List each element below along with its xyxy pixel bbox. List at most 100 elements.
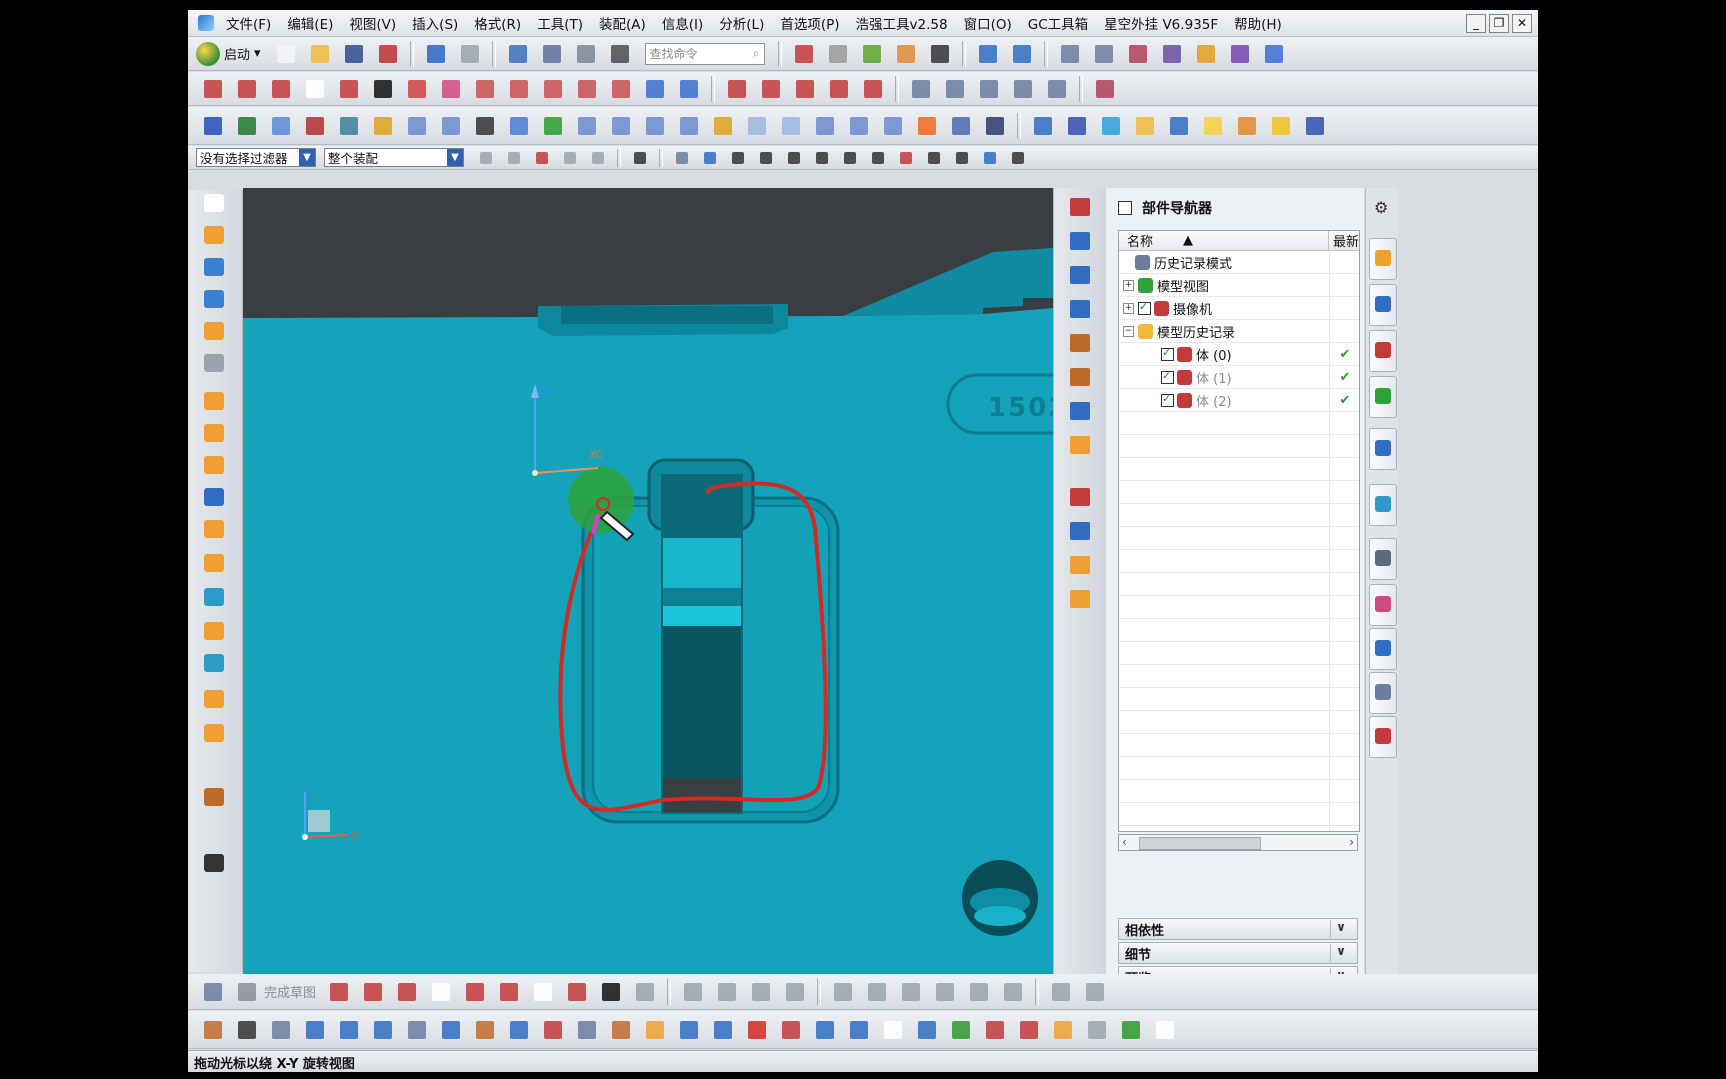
finish-sketch-icon[interactable] bbox=[234, 979, 260, 1005]
extend-icon[interactable] bbox=[826, 76, 852, 102]
plugin-21-icon[interactable] bbox=[880, 113, 906, 139]
expand-icon[interactable]: + bbox=[1123, 302, 1134, 314]
sketch-fillet-icon[interactable] bbox=[462, 979, 488, 1005]
save-icon[interactable] bbox=[341, 41, 367, 67]
scroll-left-icon[interactable]: ‹ bbox=[1122, 835, 1127, 849]
scroll-right-icon[interactable]: › bbox=[1349, 835, 1354, 849]
profile-icon[interactable] bbox=[326, 979, 352, 1005]
plugin-2-icon[interactable] bbox=[234, 113, 260, 139]
document-icon[interactable] bbox=[268, 1017, 294, 1043]
circle-icon[interactable] bbox=[1152, 1017, 1178, 1043]
info-list-icon[interactable] bbox=[676, 1017, 702, 1043]
name-column-header[interactable]: 名称 ▲ bbox=[1119, 231, 1329, 250]
wcs-origin-icon[interactable] bbox=[200, 850, 228, 876]
layer-settings-icon[interactable] bbox=[1091, 41, 1117, 67]
arrow-right-icon[interactable] bbox=[336, 1017, 362, 1043]
restore-button[interactable]: ❐ bbox=[1489, 14, 1509, 33]
menu-item[interactable]: 信息(I) bbox=[654, 13, 712, 33]
history-tab[interactable] bbox=[1369, 484, 1397, 526]
sketch-alternate-icon[interactable] bbox=[1000, 979, 1026, 1005]
expand-icon[interactable]: + bbox=[1123, 279, 1134, 291]
plugin-1-icon[interactable] bbox=[200, 113, 226, 139]
copy-object-icon[interactable] bbox=[404, 1017, 430, 1043]
tree-node[interactable]: − 模型历史记录 bbox=[1119, 320, 1359, 343]
select-edge-icon[interactable] bbox=[560, 148, 580, 168]
material-icon[interactable] bbox=[893, 41, 919, 67]
crosshair-icon[interactable] bbox=[982, 1017, 1008, 1043]
visibility-checkbox[interactable] bbox=[1161, 392, 1174, 407]
rect-select-icon[interactable] bbox=[630, 148, 650, 168]
wcs-icon[interactable] bbox=[1125, 41, 1151, 67]
paint-icon[interactable] bbox=[608, 1017, 634, 1043]
extrude-icon[interactable] bbox=[200, 222, 228, 248]
face-analysis-icon[interactable] bbox=[1066, 484, 1094, 510]
roles-tab[interactable] bbox=[1369, 672, 1397, 714]
red-cube-icon[interactable] bbox=[744, 1017, 770, 1043]
boss-icon[interactable] bbox=[200, 318, 228, 344]
tree-node[interactable]: + 模型视图 bbox=[1119, 274, 1359, 297]
draft-icon[interactable] bbox=[200, 686, 228, 712]
tree-node[interactable]: 体 (1) ✔ bbox=[1119, 366, 1359, 389]
plugin-17-icon[interactable] bbox=[744, 113, 770, 139]
sketch-mirror-icon[interactable] bbox=[1048, 979, 1074, 1005]
plugin-15-icon[interactable] bbox=[676, 113, 702, 139]
sketch-task-icon[interactable] bbox=[200, 979, 226, 1005]
shell-icon[interactable] bbox=[200, 650, 228, 676]
select-body-icon[interactable] bbox=[588, 148, 608, 168]
menu-item[interactable]: 工具(T) bbox=[529, 13, 591, 33]
grid-feature-3-icon[interactable] bbox=[976, 76, 1002, 102]
sketch-circle-icon[interactable] bbox=[428, 979, 454, 1005]
text-icon[interactable] bbox=[370, 76, 396, 102]
open-part-icon[interactable] bbox=[1132, 113, 1158, 139]
plugin-12-icon[interactable] bbox=[574, 113, 600, 139]
point-set-icon[interactable] bbox=[1092, 76, 1118, 102]
close-button[interactable]: ✕ bbox=[1512, 14, 1532, 33]
plugin-8-icon[interactable] bbox=[438, 113, 464, 139]
mirror-icon[interactable] bbox=[200, 420, 228, 446]
menu-item[interactable]: 浩强工具v2.58 bbox=[848, 13, 956, 33]
chamfer-icon[interactable] bbox=[200, 618, 228, 644]
clock-tab[interactable] bbox=[1369, 538, 1397, 580]
view-front-icon[interactable] bbox=[1066, 228, 1094, 254]
graphics-viewport[interactable]: 15028-B0 ZC bbox=[243, 188, 1053, 974]
minimize-button[interactable]: _ bbox=[1466, 14, 1486, 33]
layer-view-icon[interactable] bbox=[574, 1017, 600, 1043]
snap-end-icon[interactable] bbox=[756, 148, 776, 168]
selection-filter-select[interactable]: 没有选择过滤器 ▼ bbox=[196, 148, 316, 167]
menu-item[interactable]: 分析(L) bbox=[711, 13, 772, 33]
rectangle-icon[interactable] bbox=[302, 76, 328, 102]
finish-sketch-label[interactable]: 完成草图 bbox=[264, 982, 316, 1001]
unite-icon[interactable] bbox=[200, 516, 228, 542]
plugin-3-icon[interactable] bbox=[268, 113, 294, 139]
plugin-10-icon[interactable] bbox=[506, 113, 532, 139]
hole-icon[interactable] bbox=[200, 286, 228, 312]
axis-icon[interactable] bbox=[1227, 41, 1253, 67]
icam-icon[interactable] bbox=[914, 113, 940, 139]
assembly-navigator-tab[interactable] bbox=[1369, 238, 1397, 280]
info-icon[interactable] bbox=[607, 41, 633, 67]
web-browser-tab[interactable] bbox=[1369, 428, 1397, 470]
cut-icon[interactable] bbox=[539, 41, 565, 67]
snap-list-icon[interactable] bbox=[1008, 148, 1028, 168]
book-icon[interactable] bbox=[200, 484, 228, 510]
reuse-library-tab[interactable] bbox=[1369, 376, 1397, 418]
hexagon-icon[interactable] bbox=[914, 1017, 940, 1043]
sketch-polygon-icon[interactable] bbox=[632, 979, 658, 1005]
shade-icon[interactable] bbox=[825, 41, 851, 67]
layer-icon[interactable] bbox=[1057, 41, 1083, 67]
system-scene-tab[interactable] bbox=[1369, 716, 1397, 758]
square-icon[interactable] bbox=[880, 1017, 906, 1043]
menu-item[interactable]: 插入(S) bbox=[404, 13, 466, 33]
note-icon[interactable] bbox=[1200, 113, 1226, 139]
orient-view-icon[interactable] bbox=[975, 41, 1001, 67]
plugin-11-icon[interactable] bbox=[540, 113, 566, 139]
snap-icon[interactable] bbox=[791, 41, 817, 67]
view-left-icon[interactable] bbox=[1066, 432, 1094, 458]
tree-node[interactable]: 体 (2) ✔ bbox=[1119, 389, 1359, 412]
plugin-16-icon[interactable] bbox=[710, 113, 736, 139]
trim-icon[interactable] bbox=[724, 76, 750, 102]
grid-feature-4-icon[interactable] bbox=[1010, 76, 1036, 102]
dependencies-panel[interactable]: 相依性 ∨ bbox=[1118, 918, 1358, 940]
snap-cube-icon[interactable] bbox=[700, 148, 720, 168]
tree-node[interactable]: + 摄像机 bbox=[1119, 297, 1359, 320]
